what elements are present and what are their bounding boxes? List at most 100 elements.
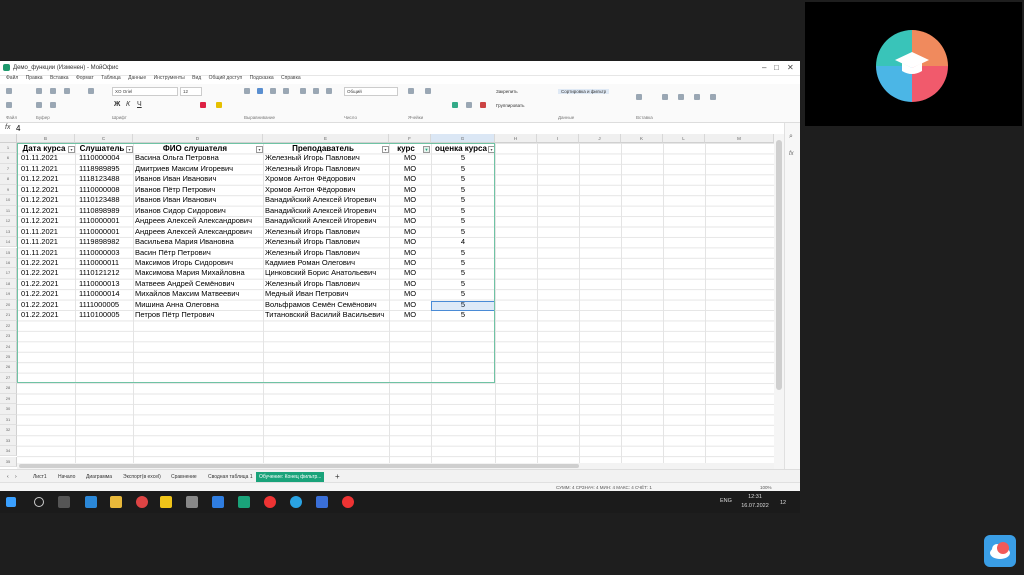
- row-header[interactable]: 28: [0, 383, 17, 394]
- cell-grade[interactable]: 5: [433, 164, 493, 174]
- row-header[interactable]: 22: [0, 320, 17, 332]
- indent-icon[interactable]: [326, 88, 332, 94]
- cell-course[interactable]: МО: [391, 310, 429, 320]
- filter-dropdown-icon[interactable]: ▾: [488, 146, 495, 153]
- print-icon[interactable]: [6, 88, 12, 94]
- row-header[interactable]: 23: [0, 331, 17, 342]
- row-header[interactable]: 13: [0, 226, 17, 238]
- cell-fio[interactable]: Максимова Мария Михайловна: [135, 268, 261, 278]
- cell-student-id[interactable]: 1118989895: [79, 164, 131, 174]
- font-size-select[interactable]: 12: [180, 87, 202, 96]
- cell-student-id[interactable]: 1110000008: [79, 185, 131, 195]
- column-header-i[interactable]: I: [537, 134, 579, 143]
- row-header[interactable]: 16: [0, 257, 17, 269]
- wrap-text-icon[interactable]: [300, 88, 306, 94]
- cell-date[interactable]: 01.11.2021: [21, 153, 73, 163]
- column-header-e[interactable]: E: [263, 134, 389, 143]
- cell-teacher[interactable]: Титановский Василий Васильевич: [265, 310, 387, 320]
- filter-dropdown-icon[interactable]: ▾: [382, 146, 389, 153]
- format-painter-icon[interactable]: [88, 88, 94, 94]
- cell-fio[interactable]: Петров Пётр Петрович: [135, 310, 261, 320]
- cell-student-id[interactable]: 1110000004: [79, 153, 131, 163]
- cell-teacher[interactable]: Ванадийский Алексей Игоревич: [265, 216, 387, 226]
- menu-item[interactable]: Общий доступ: [209, 75, 243, 81]
- yandex-icon[interactable]: [264, 496, 276, 508]
- menu-item[interactable]: Формат: [76, 75, 94, 81]
- cell-fio[interactable]: Михайлов Максим Матвеевич: [135, 289, 261, 299]
- row-header[interactable]: 1: [0, 143, 17, 154]
- cell-course[interactable]: МО: [391, 216, 429, 226]
- tab-sheet[interactable]: Сводная таблица 1: [205, 472, 256, 482]
- cut-icon[interactable]: [36, 88, 42, 94]
- cell-date[interactable]: 01.12.2021: [21, 216, 73, 226]
- cell-date[interactable]: 01.12.2021: [21, 174, 73, 184]
- filter-dropdown-icon[interactable]: ▾: [68, 146, 75, 153]
- sum-icon[interactable]: [636, 94, 642, 100]
- windows-start-icon[interactable]: [6, 497, 16, 507]
- cell-date[interactable]: 01.11.2021: [21, 237, 73, 247]
- paste-icon[interactable]: [64, 88, 70, 94]
- font-color-icon[interactable]: [200, 102, 206, 108]
- print-preview-icon[interactable]: [6, 102, 12, 108]
- cell-course[interactable]: МО: [391, 268, 429, 278]
- tab-nav-next-icon[interactable]: ›: [12, 472, 20, 482]
- cell-course[interactable]: МО: [391, 279, 429, 289]
- search-icon[interactable]: ⌕: [789, 133, 793, 141]
- cell-student-id[interactable]: 1111000005: [79, 300, 131, 310]
- cell-grade[interactable]: 5: [433, 185, 493, 195]
- cell-grade[interactable]: 4: [433, 237, 493, 247]
- cell-student-id[interactable]: 1110898989: [79, 206, 131, 216]
- row-header[interactable]: 21: [0, 310, 17, 321]
- cell-date[interactable]: 01.22.2021: [21, 279, 73, 289]
- cell-course[interactable]: МО: [391, 300, 429, 310]
- row-header[interactable]: 7: [0, 163, 17, 175]
- app-icon-1[interactable]: [85, 496, 97, 508]
- cell-date[interactable]: 01.22.2021: [21, 258, 73, 268]
- app-icon-2[interactable]: [186, 496, 198, 508]
- row-header[interactable]: 19: [0, 289, 17, 300]
- cell-course[interactable]: МО: [391, 227, 429, 237]
- copy-icon[interactable]: [50, 88, 56, 94]
- cell-fio[interactable]: Васина Ольга Петровна: [135, 153, 261, 163]
- tab-sheet[interactable]: Диаграмма: [83, 472, 115, 482]
- cell-fio[interactable]: Андреев Алексей Александрович: [135, 216, 261, 226]
- align-right-icon[interactable]: [270, 88, 276, 94]
- sort-filter-button[interactable]: Сортировка и фильтр: [558, 89, 610, 94]
- italic-button[interactable]: К: [126, 101, 130, 108]
- cell-course[interactable]: МО: [391, 258, 429, 268]
- zoom-level[interactable]: 100%: [760, 485, 772, 490]
- row-header[interactable]: 6: [0, 153, 17, 164]
- cell-grade[interactable]: 5: [433, 258, 493, 268]
- row-header[interactable]: 35: [0, 456, 17, 467]
- cell-course[interactable]: МО: [391, 164, 429, 174]
- scroll-thumb[interactable]: [776, 140, 782, 390]
- row-header[interactable]: 17: [0, 268, 17, 279]
- group-button[interactable]: Группировать: [496, 103, 524, 108]
- cell-date[interactable]: 01.11.2021: [21, 227, 73, 237]
- cell-course[interactable]: МО: [391, 153, 429, 163]
- freeze-button[interactable]: Закрепить: [496, 89, 518, 94]
- row-height-icon[interactable]: [480, 102, 486, 108]
- tab-sheet[interactable]: Экспорт(в excel): [120, 472, 164, 482]
- align-justify-icon[interactable]: [283, 88, 289, 94]
- underline-button[interactable]: Ч: [137, 101, 142, 108]
- menu-item[interactable]: Вид: [192, 75, 201, 81]
- column-header-f[interactable]: F: [389, 134, 431, 143]
- cell-student-id[interactable]: 1119898982: [79, 237, 131, 247]
- cell-grade[interactable]: 5: [433, 195, 493, 205]
- file-explorer-icon[interactable]: [110, 496, 122, 508]
- telegram-icon[interactable]: [290, 496, 302, 508]
- cloud-app-icon[interactable]: [984, 535, 1016, 567]
- notes-icon[interactable]: [160, 496, 172, 508]
- column-header-g[interactable]: G: [431, 134, 495, 143]
- column-header-h[interactable]: H: [495, 134, 537, 143]
- cell-grade[interactable]: 5: [433, 206, 493, 216]
- cell-teacher[interactable]: Кадмиев Роман Олегович: [265, 258, 387, 268]
- delete-cells-icon[interactable]: [425, 88, 431, 94]
- cell-fio[interactable]: Максимов Игорь Сидорович: [135, 258, 261, 268]
- cell-grade[interactable]: 5: [433, 279, 493, 289]
- row-header[interactable]: 12: [0, 216, 17, 227]
- row-header[interactable]: 9: [0, 184, 17, 196]
- cell-student-id[interactable]: 1118123488: [79, 174, 131, 184]
- cell-date[interactable]: 01.22.2021: [21, 289, 73, 299]
